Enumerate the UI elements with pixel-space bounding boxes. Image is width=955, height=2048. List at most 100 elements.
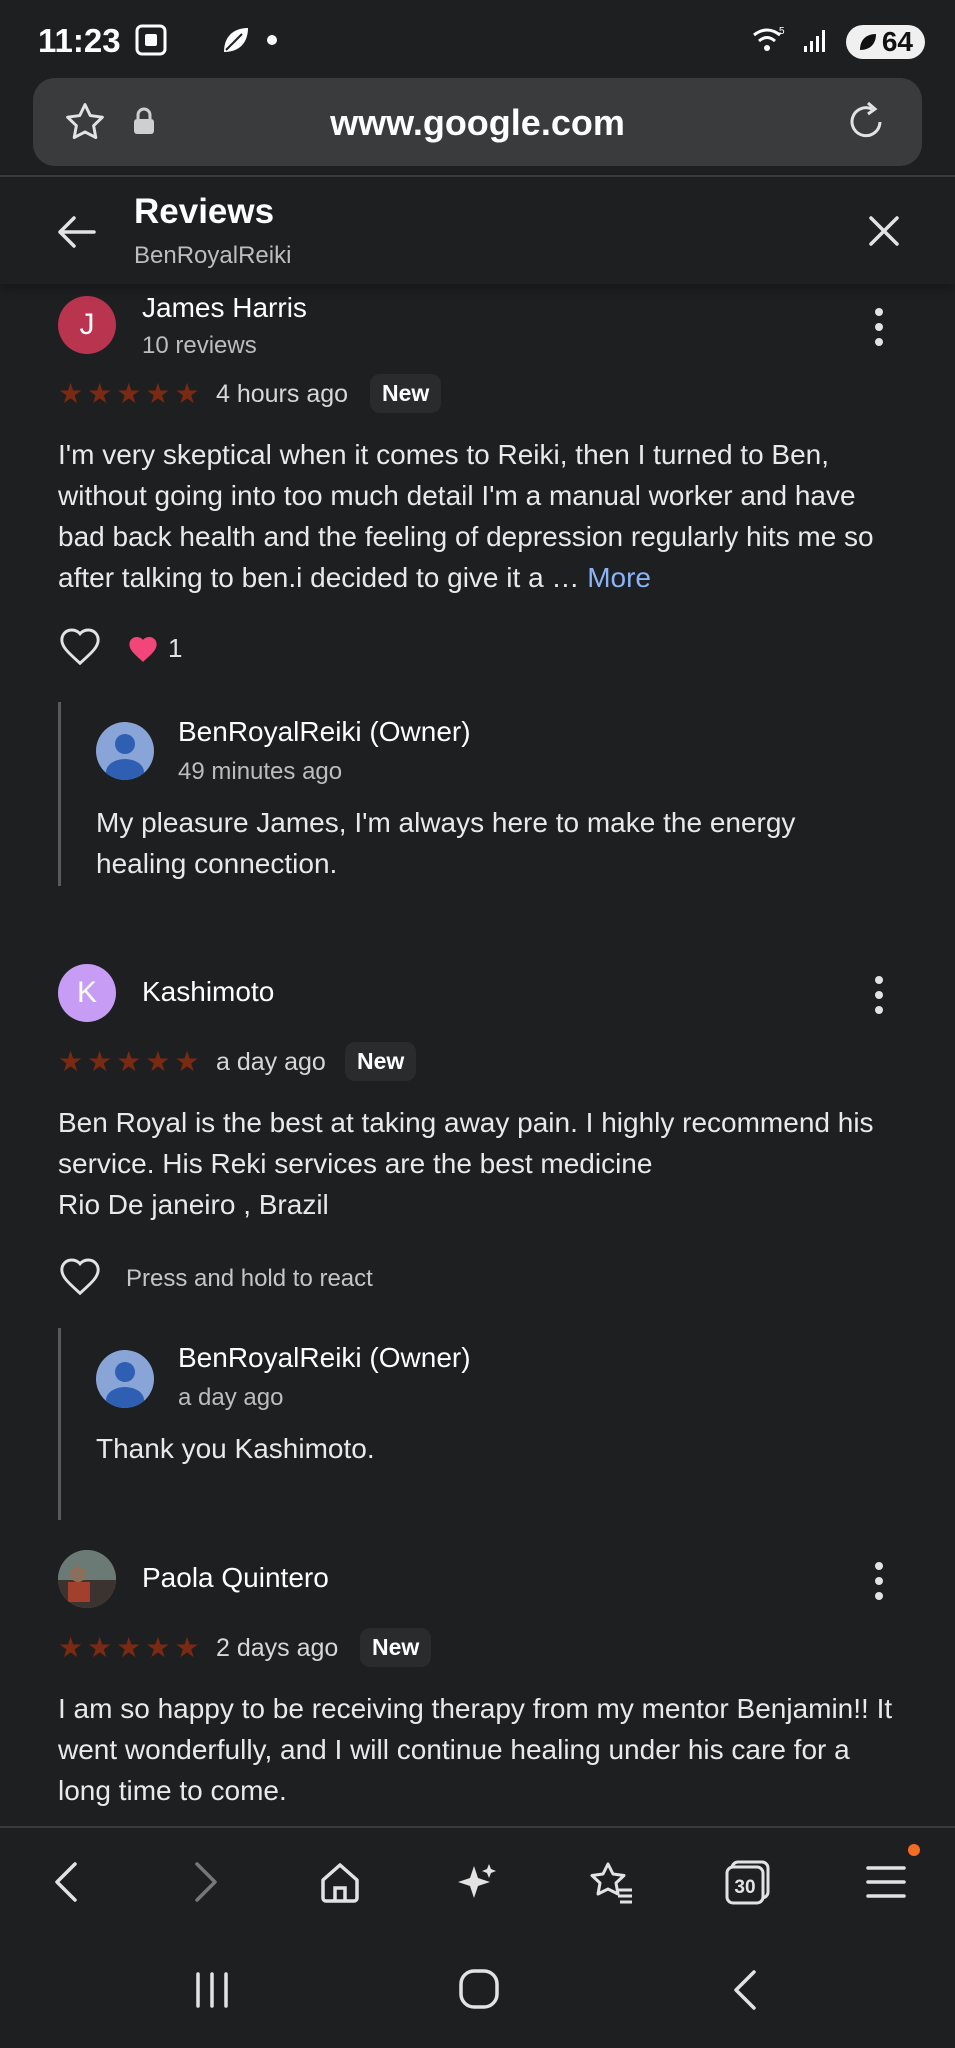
reaction-count: 1 [168, 633, 183, 663]
star-icon: ★ [116, 1632, 142, 1663]
tab-count: 30 [734, 1877, 755, 1898]
reviews-header: Reviews BenRoyalReiki [0, 178, 955, 284]
reload-icon[interactable] [844, 100, 888, 149]
close-icon[interactable] [867, 214, 901, 253]
more-options-icon[interactable] [875, 976, 883, 1021]
recent-apps-icon[interactable] [192, 1970, 232, 2015]
back-arrow-icon[interactable] [56, 214, 96, 255]
star-icon: ★ [174, 1046, 200, 1077]
owner-avatar [96, 1350, 154, 1408]
back-icon[interactable] [40, 1856, 92, 1908]
star-icon: ★ [58, 1046, 84, 1077]
business-name: BenRoyalReiki [134, 242, 292, 269]
reaction-row: 1 [58, 626, 182, 671]
status-bar: 11:23 5 64 [0, 0, 955, 80]
heart-outline-icon[interactable] [58, 626, 102, 671]
star-rating: ★ ★ ★ ★ ★ [58, 380, 200, 408]
address-bar[interactable]: www.google.com [33, 78, 922, 166]
star-icon: ★ [145, 378, 171, 409]
owner-avatar [96, 722, 154, 780]
owner-reply-time: 49 minutes ago [178, 758, 343, 785]
status-time: 11:23 [38, 22, 121, 59]
ai-sparkle-icon[interactable] [450, 1856, 502, 1908]
system-navigation-bar [0, 1938, 955, 2048]
reaction-summary[interactable]: 1 [126, 633, 182, 664]
menu-notification-dot [908, 1844, 920, 1856]
review-time: 2 days ago [216, 1634, 339, 1662]
star-icon: ★ [87, 1046, 113, 1077]
owner-reply-text: My pleasure James, I'm always here to ma… [96, 807, 796, 879]
review-time: 4 hours ago [216, 380, 349, 408]
star-icon: ★ [58, 1632, 84, 1663]
tabs-icon[interactable]: 30 [722, 1856, 774, 1908]
avatar-letter: K [76, 976, 97, 1009]
star-icon: ★ [116, 378, 142, 409]
owner-name: BenRoyalReiki (Owner) [178, 1342, 471, 1373]
star-icon: ★ [145, 1046, 171, 1077]
review-card: J James Harris 10 reviews ★ ★ ★ ★ ★ 4 hours … [0, 284, 955, 904]
star-icon: ★ [58, 378, 84, 409]
star-rating: ★ ★ ★ ★ ★ [58, 1634, 200, 1662]
browser-bottom-toolbar: 30 [0, 1828, 955, 1938]
reviewer-photo [58, 1550, 116, 1608]
star-icon: ★ [174, 1632, 200, 1663]
heart-filled-icon [129, 636, 157, 662]
reviewer-avatar[interactable]: K [58, 964, 116, 1022]
heart-outline-icon[interactable] [58, 1256, 102, 1301]
review-text: I'm very skeptical when it comes to Reik… [58, 434, 908, 598]
home-icon[interactable] [314, 1856, 366, 1908]
system-back-icon[interactable] [730, 1968, 760, 2017]
more-options-icon[interactable] [875, 1562, 883, 1607]
battery-level: 64 [881, 26, 913, 57]
url-text[interactable]: www.google.com [33, 102, 922, 144]
reviewer-avatar[interactable] [58, 1550, 116, 1608]
wifi-icon: 5 [752, 25, 786, 60]
more-link[interactable]: More [587, 562, 651, 593]
star-rating: ★ ★ ★ ★ ★ [58, 1048, 200, 1076]
react-hint: Press and hold to react [126, 1264, 373, 1292]
screenshot-icon [134, 23, 168, 62]
review-card: K Kashimoto ★ ★ ★ ★ ★ a day ago New Ben Roya… [0, 950, 955, 1520]
home-button-icon[interactable] [458, 1968, 500, 2015]
reviewer-name[interactable]: James Harris [142, 292, 307, 324]
reaction-row: Press and hold to react [58, 1256, 373, 1301]
new-badge: New [370, 374, 442, 413]
new-badge: New [360, 1628, 432, 1667]
battery-indicator: 64 [845, 25, 925, 59]
owner-name: BenRoyalReiki (Owner) [178, 716, 471, 747]
new-badge: New [345, 1042, 417, 1081]
reply-indent-bar [58, 702, 61, 886]
toolbar-divider [0, 175, 955, 177]
reviewer-name[interactable]: Paola Quintero [142, 1562, 329, 1594]
review-body: I'm very skeptical when it comes to Reik… [58, 439, 874, 593]
bookmarks-icon[interactable] [586, 1856, 638, 1908]
star-icon: ★ [87, 378, 113, 409]
signal-icon [802, 26, 830, 59]
star-icon: ★ [116, 1046, 142, 1077]
forward-icon[interactable] [180, 1856, 232, 1908]
star-icon: ★ [174, 378, 200, 409]
status-right-icons: 5 64 [752, 22, 925, 62]
reviewer-avatar[interactable]: J [58, 296, 116, 354]
battery-saver-icon [859, 34, 876, 50]
review-text: I am so happy to be receiving therapy fr… [58, 1693, 893, 1806]
review-card: Paola Quintero ★ ★ ★ ★ ★ 2 days ago New I am… [0, 1536, 955, 1826]
status-left-icons [134, 22, 278, 62]
more-options-icon[interactable] [875, 308, 883, 353]
review-time: a day ago [216, 1048, 326, 1076]
reviews-title: Reviews [134, 192, 275, 231]
owner-reply-time: a day ago [178, 1384, 284, 1411]
wifi-band-label: 5 [779, 26, 785, 37]
notification-dot-icon [266, 33, 278, 51]
reviewer-review-count: 10 reviews [142, 332, 257, 359]
moon-icon [182, 24, 206, 61]
menu-icon[interactable] [860, 1856, 912, 1908]
leaf-icon [220, 24, 252, 61]
review-text: Ben Royal is the best at taking away pai… [58, 1107, 874, 1220]
avatar-letter: J [79, 308, 95, 341]
star-icon: ★ [87, 1632, 113, 1663]
reviewer-name[interactable]: Kashimoto [142, 976, 274, 1008]
reply-indent-bar [58, 1328, 61, 1520]
owner-reply-text: Thank you Kashimoto. [96, 1433, 375, 1464]
star-icon: ★ [145, 1632, 171, 1663]
